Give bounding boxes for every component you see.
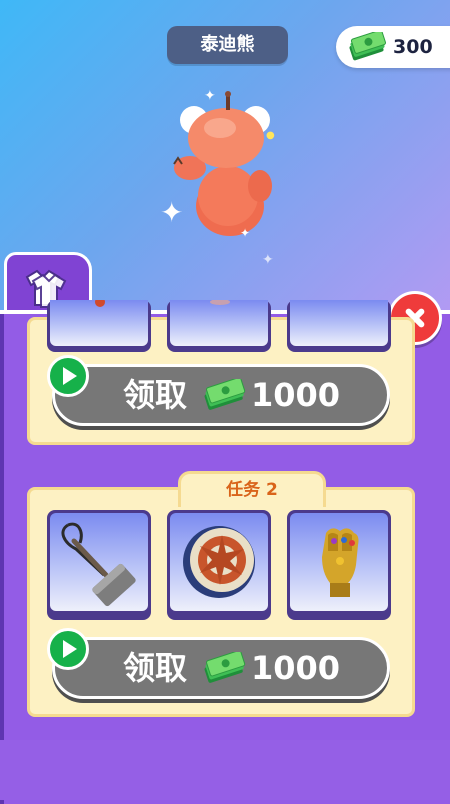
sparkle-icon: ● [266, 130, 275, 141]
sparkle-icon: ✦ [204, 88, 216, 104]
task-card: 任务 2 领取 1000 [27, 471, 415, 717]
sparkle-icon: ✦ [262, 252, 274, 268]
video-ad-play-icon [47, 628, 89, 670]
claim-button[interactable]: 领取 1000 [47, 628, 390, 699]
video-ad-play-icon [47, 355, 89, 397]
task-title: 任务 2 [178, 471, 326, 507]
item-slot-bg [50, 513, 148, 611]
claim-label: 领取 [123, 649, 188, 687]
claim-button[interactable]: 领取 1000 [47, 355, 390, 426]
hammer-icon [61, 522, 136, 607]
panel-bottom [0, 740, 450, 800]
money-counter: 300 [336, 26, 450, 68]
shield-icon [183, 526, 255, 598]
character-name: 泰迪熊 [200, 34, 255, 55]
claim-label: 领取 [123, 376, 188, 414]
reward-item-slot[interactable] [167, 300, 271, 352]
sparkle-icon: ✦ [240, 226, 251, 240]
item-slot-bg [170, 300, 268, 346]
task-title-text: 任务 2 [226, 480, 278, 500]
reward-item-slot[interactable] [287, 300, 391, 352]
task-card: 领取 1000 [27, 300, 415, 445]
claim-price: 1000 [251, 649, 341, 687]
sparkle-icon: ✦ [160, 196, 184, 229]
item-slot-bg [50, 300, 148, 346]
gauntlet-icon [322, 528, 359, 597]
cash-stack-icon [204, 379, 246, 410]
panel-edge [0, 314, 4, 804]
claim-price: 1000 [251, 376, 341, 414]
item-slot-bg [170, 513, 268, 611]
reward-item-slot[interactable] [167, 510, 271, 620]
cash-stack-icon [349, 32, 386, 61]
money-amount: 300 [393, 36, 433, 58]
item-slot-bg [290, 513, 388, 611]
reward-item-slot[interactable] [47, 300, 151, 352]
cash-stack-icon [204, 652, 246, 683]
reward-item-slot[interactable] [47, 510, 151, 620]
item-slot-bg [290, 300, 388, 346]
reward-item-slot[interactable] [287, 510, 391, 620]
character-name-badge: 泰迪熊 [167, 26, 288, 64]
